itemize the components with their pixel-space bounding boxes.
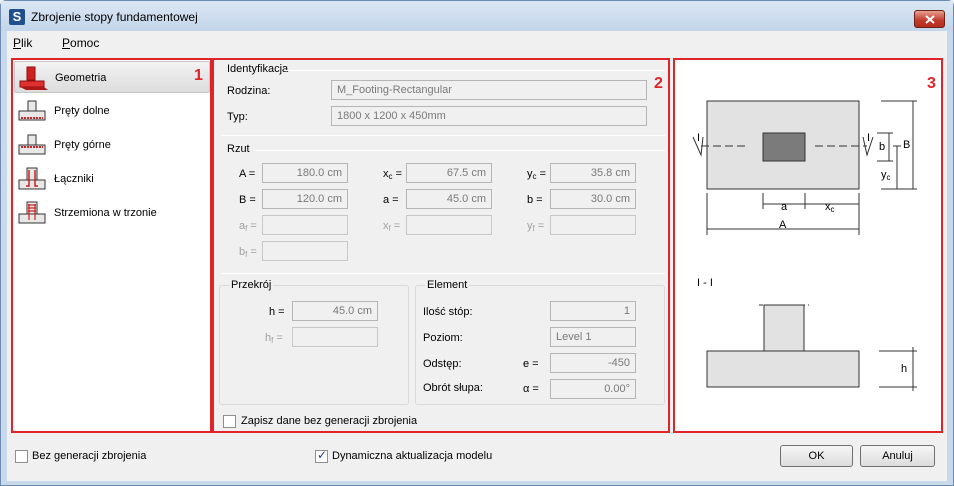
panel-1-highlight: [11, 58, 212, 433]
menu-plik-label: lik: [21, 36, 33, 50]
menu-bar: Plik Pomoc: [7, 31, 947, 55]
window-title: Zbrojenie stopy fundamentowej: [31, 10, 198, 24]
panel-2-highlight: [212, 58, 670, 433]
close-button[interactable]: [914, 10, 945, 28]
menu-plik-mnemonic: P: [13, 36, 22, 50]
dynamic-update-checkbox[interactable]: [315, 448, 328, 463]
panel-3-highlight: [673, 58, 943, 433]
menu-pomoc-label: omoc: [70, 36, 100, 50]
dialog-client: Plik Pomoc Geometria Pręty dolne Pręty g…: [7, 31, 947, 481]
dynamic-update-label: Dynamiczna aktualizacja modelu: [332, 450, 493, 462]
title-bar[interactable]: S Zbrojenie stopy fundamentowej: [1, 1, 953, 31]
no-generation-checkbox[interactable]: [15, 450, 28, 463]
panel-3-number: 3: [927, 75, 936, 92]
close-icon: [925, 15, 935, 24]
menu-plik[interactable]: Plik: [13, 36, 32, 50]
panel-1-number: 1: [194, 67, 203, 84]
panel-2-number: 2: [654, 75, 663, 92]
menu-pomoc-mnemonic: P: [62, 36, 71, 50]
app-icon: S: [9, 9, 25, 25]
dialog-window: S Zbrojenie stopy fundamentowej Plik Pom…: [0, 0, 954, 486]
cancel-button[interactable]: Anuluj: [860, 445, 935, 467]
ok-button[interactable]: OK: [780, 445, 853, 467]
no-generation-label: Bez generacji zbrojenia: [32, 450, 147, 462]
menu-pomoc[interactable]: Pomoc: [62, 36, 99, 50]
